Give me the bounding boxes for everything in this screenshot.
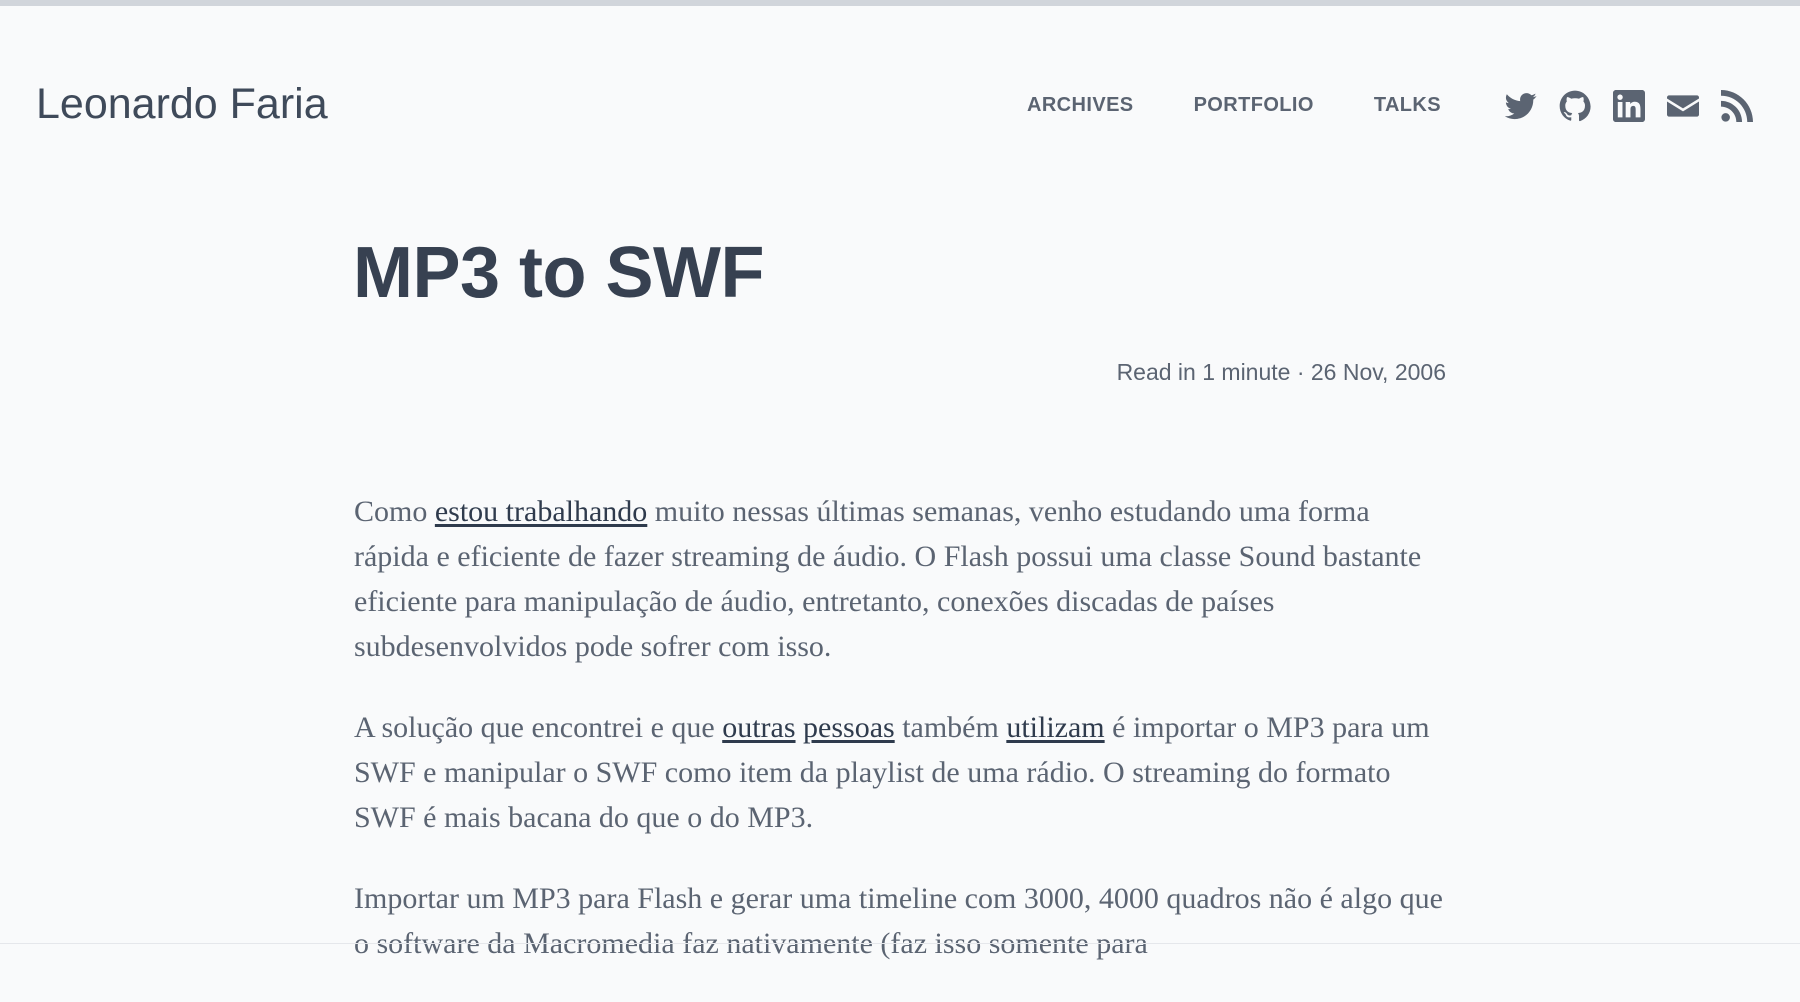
text: Importar um MP3 para Flash e gerar uma t…	[354, 882, 1443, 960]
paragraph-1: Como estou trabalhando muito nessas últi…	[354, 489, 1446, 669]
nav-archives[interactable]: ARCHIVES	[1027, 94, 1134, 117]
twitter-icon[interactable]	[1505, 90, 1537, 122]
post-title: MP3 to SWF	[353, 233, 764, 313]
viewport-bottom-divider	[0, 943, 1800, 944]
text: A solução que encontrei e que	[354, 711, 723, 744]
link-outras[interactable]: outras	[722, 711, 795, 744]
post-meta: Read in 1 minute · 26 Nov, 2006	[1116, 359, 1446, 385]
linkedin-icon[interactable]	[1613, 90, 1645, 122]
email-icon[interactable]	[1667, 90, 1699, 122]
main-nav: ARCHIVES PORTFOLIO TALKS	[1027, 94, 1501, 117]
social-links	[1505, 90, 1753, 122]
post-content: Como estou trabalhando muito nessas últi…	[354, 489, 1446, 1002]
paragraph-3: Importar um MP3 para Flash e gerar uma t…	[354, 876, 1446, 966]
github-icon[interactable]	[1559, 90, 1591, 122]
paragraph-2: A solução que encontrei e que outras pes…	[354, 705, 1446, 840]
site-title-link[interactable]: Leonardo Faria	[36, 80, 328, 129]
nav-portfolio[interactable]: PORTFOLIO	[1194, 94, 1314, 117]
link-utilizam[interactable]: utilizam	[1006, 711, 1104, 744]
link-estou-trabalhando[interactable]: estou trabalhando	[435, 495, 647, 528]
text: Como	[354, 495, 435, 528]
nav-talks[interactable]: TALKS	[1374, 94, 1441, 117]
top-border	[0, 0, 1800, 6]
text	[796, 711, 804, 744]
rss-icon[interactable]	[1721, 90, 1753, 122]
link-pessoas[interactable]: pessoas	[803, 711, 895, 744]
text: também	[894, 711, 1007, 744]
